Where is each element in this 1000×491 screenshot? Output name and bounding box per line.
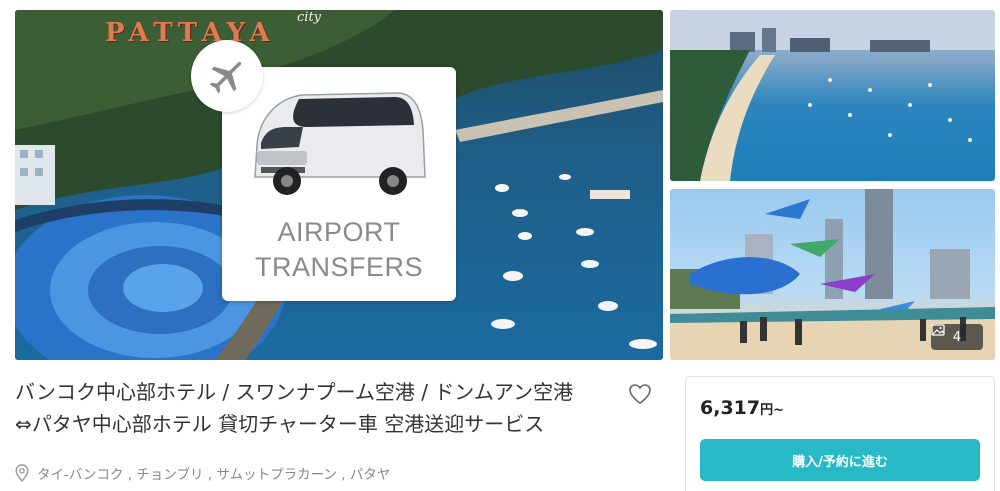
price-currency: 円~: [760, 403, 785, 418]
product-title: バンコク中心部ホテル / スワンナプーム空港 / ドンムアン空港 ⇔パタヤ中心部…: [15, 376, 615, 440]
beach-scene: [670, 10, 995, 181]
airport-transfer-card: AIRPORT TRANSFERS: [222, 67, 456, 301]
photo-count-badge[interactable]: 4: [931, 324, 983, 350]
main-photo[interactable]: PATTAYA city AIRPORT TRANSFERS: [15, 10, 663, 360]
map-pin-icon: [15, 464, 29, 482]
location-row: タイ-バンコク , チョンブリ , サムットプラカーン , パタヤ: [15, 462, 390, 484]
heart-outline-icon[interactable]: [628, 383, 652, 405]
book-button[interactable]: 購入/予約に進む: [700, 439, 980, 481]
side-photo-kites[interactable]: 4: [670, 189, 995, 360]
image-stack-icon: [931, 324, 945, 336]
card-title-line2: TRANSFERS: [254, 252, 424, 282]
product-page: PATTAYA city AIRPORT TRANSFERS 4 バンコク中心部…: [0, 0, 1000, 491]
booking-panel: 6,317円~ 購入/予約に進む: [685, 376, 995, 491]
price: 6,317円~: [700, 397, 784, 419]
photo-count: 4: [952, 329, 962, 345]
photo-gallery: PATTAYA city AIRPORT TRANSFERS 4: [15, 10, 995, 360]
price-amount: 6,317: [700, 397, 761, 419]
van-icon: [254, 92, 426, 195]
product-title-line1: バンコク中心部ホテル / スワンナプーム空港 / ドンムアン空港: [15, 380, 574, 404]
airplane-icon: [209, 61, 242, 94]
airplane-badge: [191, 40, 263, 112]
side-photo-beach[interactable]: [670, 10, 995, 181]
product-title-line2: ⇔パタヤ中心部ホテル 貸切チャーター車 空港送迎サービス: [15, 412, 545, 436]
location-text: タイ-バンコク , チョンブリ , サムットプラカーン , パタヤ: [37, 467, 391, 483]
pattaya-sign-city: city: [297, 10, 322, 25]
pattaya-sign: PATTAYA: [105, 18, 276, 48]
card-title-line1: AIRPORT: [277, 217, 401, 247]
